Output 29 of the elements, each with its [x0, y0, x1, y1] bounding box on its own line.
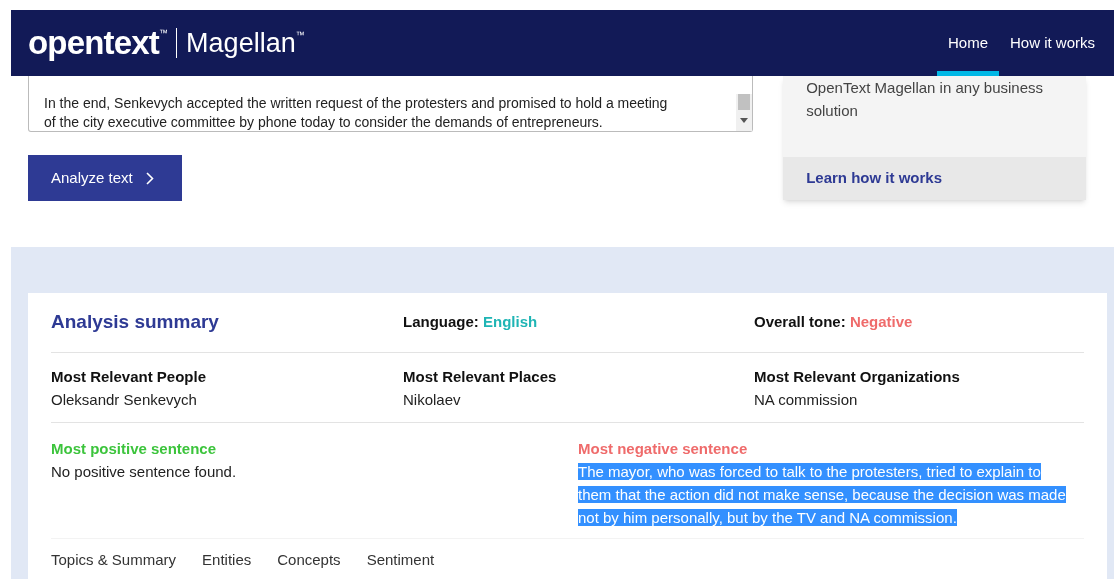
text-line: In the end, Senkevych accepted the written request of the protesters and promised to hold a meeting	[44, 94, 668, 113]
result-tab[interactable]: Topics & Summary	[51, 549, 177, 572]
sentence-text: The mayor, who was forced to talk to the protesters, tried to explain to them that the action did not make sense, because the decision was made not by him personally, but by the TV and NA commission.	[578, 462, 1067, 528]
field-label: Most Relevant Places	[403, 366, 558, 387]
text-line: of the city executive committee by phone today to consider the demands of entrepreneurs.	[44, 113, 604, 132]
result-tab[interactable]: Entities	[202, 549, 252, 572]
field-label: Most Relevant Organizations	[754, 366, 961, 387]
field-label: Most Relevant People	[51, 366, 208, 387]
chevron-right-icon	[145, 171, 154, 185]
field-value: Oleksandr Senkevych	[51, 389, 198, 410]
result-tab[interactable]: Concepts	[277, 549, 341, 572]
sentence-text: No positive sentence found.	[51, 462, 238, 482]
sentence-heading: Most positive sentence	[51, 439, 218, 459]
field-value: Nikolaev	[403, 389, 462, 410]
learn-link[interactable]: Learn how it works	[783, 157, 1086, 200]
field-value: NA commission	[754, 389, 859, 410]
language-label: Language: English	[403, 312, 539, 333]
card-text: OpenText Magellan in any business solution	[805, 78, 1044, 121]
scroll-down-icon[interactable]	[740, 118, 749, 123]
scrollbar[interactable]	[736, 94, 753, 131]
analyze-button[interactable]: Analyze text	[28, 155, 182, 201]
summary-title: Analysis summary	[51, 310, 220, 335]
tone-label: Overall tone: Negative	[754, 312, 914, 333]
nav-link[interactable]: How it works	[999, 10, 1106, 76]
text-area[interactable]: In the end, Senkevych accepted the written request of the protesters and promised to hold a meeting of the city executive committee by phone today to consider the demands of entrepreneurs.	[28, 76, 754, 132]
sentence-heading: Most negative sentence	[578, 439, 749, 459]
brand-logo[interactable]: opentext™	[28, 23, 168, 63]
result-tab[interactable]: Sentiment	[366, 549, 435, 572]
product-name: Magellan™	[186, 27, 305, 60]
